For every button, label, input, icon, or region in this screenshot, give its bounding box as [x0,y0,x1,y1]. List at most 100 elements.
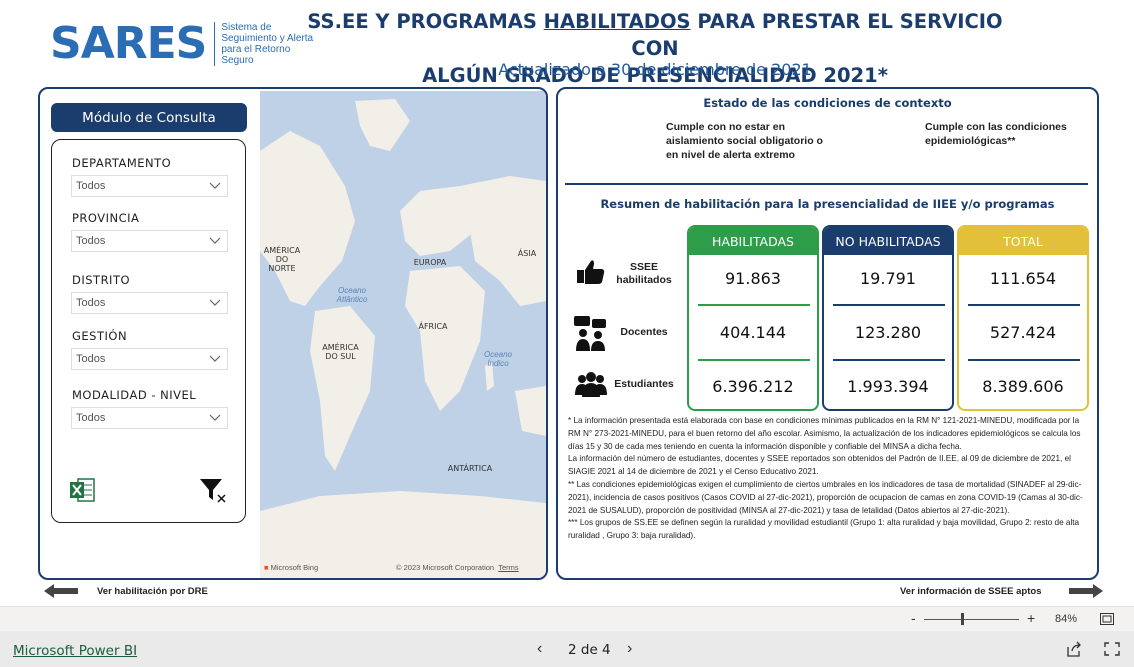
footnote-3: ** Las condiciones epidemiológicas exige… [568,479,1083,515]
right-panel: Estado de las condiciones de contexto Cu… [556,87,1099,580]
nav-forward[interactable]: Ver información de SSEE aptos [900,584,1104,598]
chevron-down-icon [209,299,221,306]
divider [565,183,1088,185]
select-value: Todos [76,235,106,247]
cell-value: 19.791 [860,269,916,288]
map-label-north-america: AMÉRICA DO NORTE [263,246,301,273]
next-page-button[interactable]: › [627,640,632,658]
select-modalidad[interactable]: Todos [71,407,228,429]
page-indicator: 2 de 4 [568,642,611,658]
map-provider: ■ Microsoft Bing [264,563,319,572]
footnotes: * La información presentada está elabora… [568,415,1090,543]
cell-value: 1.993.394 [847,377,929,396]
map-label-indian: Oceano Índico [483,350,513,368]
footnote-4: *** Los grupos de SS.EE se definen según… [568,518,1080,541]
title-part1: SS.EE Y PROGRAMAS [307,10,544,33]
report-page: SARES Sistema de Seguimiento y Alerta pa… [0,0,1134,667]
summary-title: Resumen de habilitación para la presenci… [600,197,1055,211]
cell-divider [833,359,945,361]
nav-forward-label: Ver información de SSEE aptos [900,585,1042,597]
context-title: Estado de las condiciones de contexto [703,96,952,110]
map-label-south-america: AMÉRICA DO SUL [322,343,359,361]
fit-to-page-icon[interactable] [1100,613,1114,625]
row-label-docentes: Docentes [620,326,668,338]
filter-label-distrito: DISTRITO [72,273,131,287]
map-terms-link[interactable]: Terms [498,563,518,572]
filter-label-modalidad: MODALIDAD - NIVEL [72,388,197,402]
cell-value: 404.144 [719,323,787,342]
zoom-slider[interactable] [924,619,1019,620]
chevron-down-icon [209,414,221,421]
chevron-down-icon [209,237,221,244]
cell-value: 8.389.606 [982,377,1064,396]
zoom-level: 84% [1055,613,1078,625]
cell-divider [833,304,945,306]
arrow-left-icon [44,584,78,598]
select-distrito[interactable]: Todos [71,292,228,314]
page-subtitle: Actualizado a 30 de diciembre de 2021 [498,60,812,79]
cell-divider [968,304,1080,306]
select-value: Todos [76,297,106,309]
column-habilitadas: HABILITADAS 91.863 404.144 6.396.212 [687,225,819,411]
nav-back-label: Ver habilitación por DRE [97,585,208,597]
chevron-down-icon [209,182,221,189]
filter-label-provincia: PROVINCIA [72,211,140,225]
arrow-right-icon [1069,584,1104,598]
zoom-slider-thumb[interactable] [961,613,964,625]
column-no-habilitadas: NO HABILITADAS 19.791 123.280 1.993.394 [822,225,954,411]
map-label-antarctica: ANTÁRTICA [447,464,493,473]
sares-logo: SARES Sistema de Seguimiento y Alerta pa… [50,22,324,66]
cell-value: 111.654 [989,269,1057,288]
cell-divider [698,304,810,306]
filter-box: DEPARTAMENTO Todos PROVINCIA Todos DISTR… [51,139,246,523]
share-icon[interactable] [1066,641,1082,657]
zoom-out-button[interactable]: - [911,610,916,626]
row-label-estudiantes: Estudiantes [614,378,674,390]
cell-divider [968,359,1080,361]
zoom-in-button[interactable]: + [1027,610,1035,626]
logo-text: SARES [50,18,207,69]
fullscreen-icon[interactable] [1104,642,1120,656]
cell-divider [698,359,810,361]
column-header: TOTAL [959,227,1087,255]
map-label-asia: ÁSIA [517,249,537,258]
context-left-condition: Cumple con no estar en aislamiento socia… [666,121,823,161]
map-copyright: © 2023 Microsoft Corporation Terms [396,563,519,572]
select-gestion[interactable]: Todos [71,348,228,370]
select-value: Todos [76,353,106,365]
clear-filter-icon[interactable] [198,475,228,505]
column-header: NO HABILITADAS [824,227,952,255]
row-label-ssee: SSEE habilitados [616,261,672,286]
title-highlight: HABILITADOS [543,10,691,33]
column-header: HABILITADAS [689,227,817,255]
footnote-2: La información del número de estudiantes… [568,454,1071,477]
footer: Microsoft Power BI ‹ 2 de 4 › [0,631,1134,667]
nav-back[interactable]: Ver habilitación por DRE [44,584,208,598]
filter-label-departamento: DEPARTAMENTO [72,156,172,170]
cell-value: 527.424 [989,323,1057,342]
context-right-condition: Cumple con las condiciones epidemiológic… [925,121,1067,147]
power-bi-link[interactable]: Microsoft Power BI [13,643,137,659]
map-label-europe: EUROPA [413,258,447,267]
cell-value: 123.280 [854,323,922,342]
select-provincia[interactable]: Todos [71,230,228,252]
previous-page-button[interactable]: ‹ [537,640,542,658]
left-panel: Módulo de Consulta DEPARTAMENTO Todos PR… [38,87,548,580]
chevron-down-icon [209,355,221,362]
world-map[interactable]: AMÉRICA DO NORTE EUROPA ÁSIA Oceano Atlâ… [260,91,546,578]
students-icon [575,372,607,397]
column-total: TOTAL 111.654 527.424 8.389.606 [957,225,1089,411]
excel-icon[interactable] [68,476,96,504]
cell-value: 91.863 [725,269,781,288]
zoom-bar: - + 84% [0,606,1134,631]
map-label-atlantic: Oceano Atlântico [336,286,368,304]
module-button[interactable]: Módulo de Consulta [51,103,247,132]
select-value: Todos [76,412,106,424]
filter-label-gestion: GESTIÓN [72,329,128,343]
footnote-1: * La información presentada está elabora… [568,416,1081,451]
map-label-africa: ÁFRICA [418,322,448,331]
map-landmass [260,99,546,578]
thumbs-up-icon [577,260,605,284]
select-departamento[interactable]: Todos [71,175,228,197]
cell-value: 6.396.212 [712,377,794,396]
